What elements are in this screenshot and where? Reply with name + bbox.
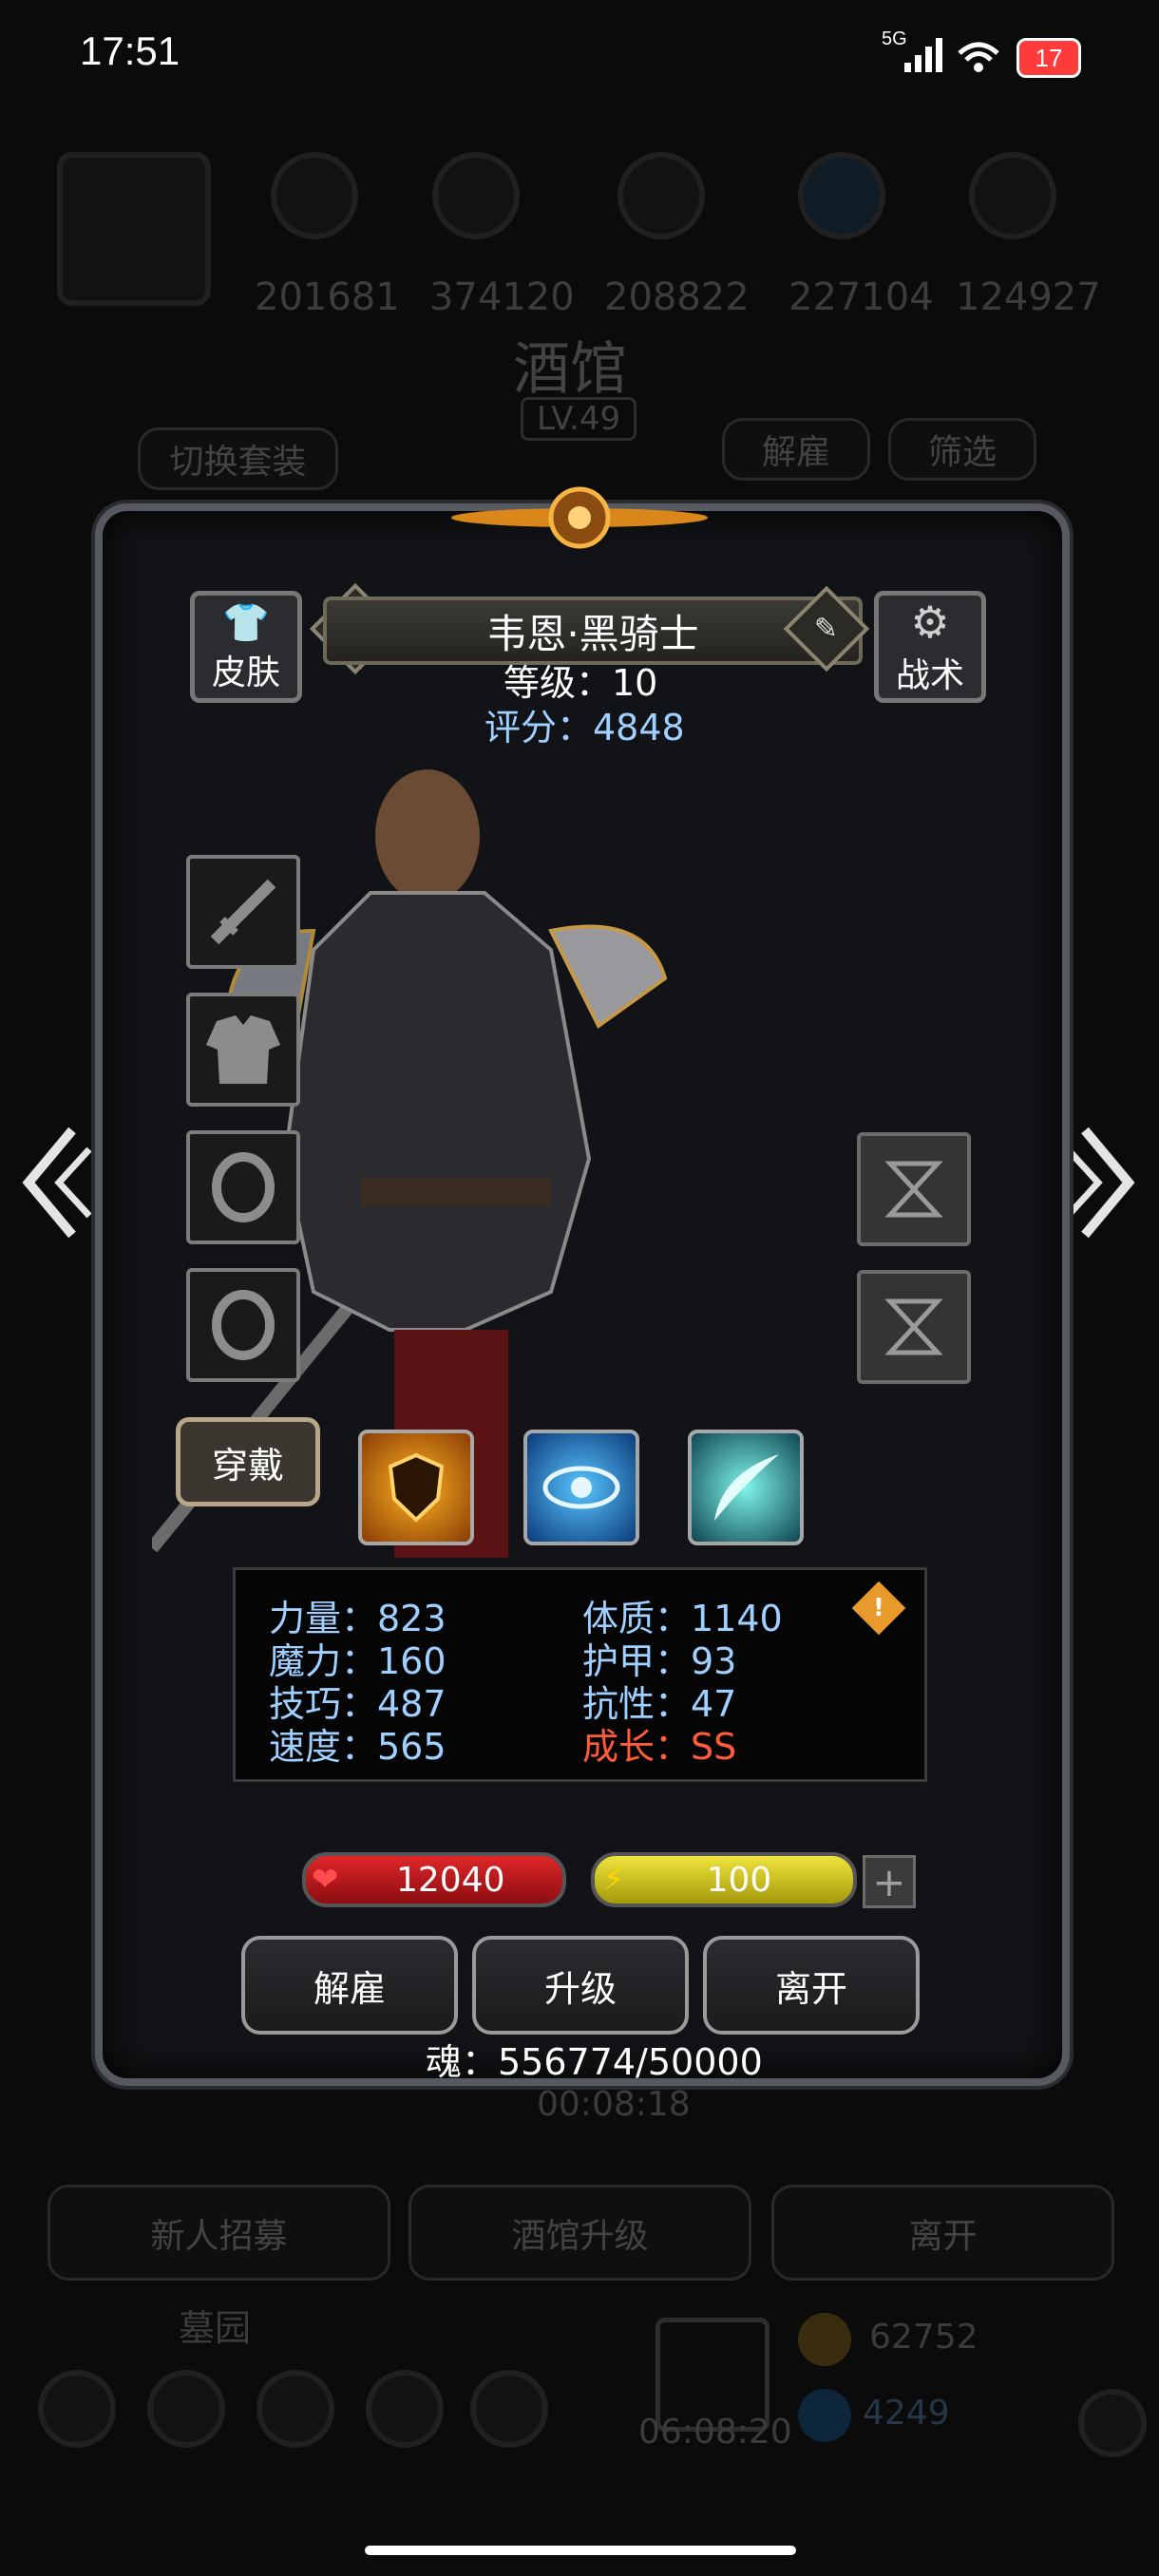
hp-bar: ❤ 12040 (302, 1852, 566, 1907)
bg-menu-icon-5 (470, 2370, 548, 2448)
info-warning-icon[interactable]: ! (851, 1581, 906, 1636)
bg-currency-1: 62752 (869, 2318, 978, 2357)
bg-hero-icon-4 (798, 152, 885, 239)
bg-menu-icon-3 (256, 2370, 334, 2448)
status-time: 17:51 (80, 28, 180, 73)
upgrade-button[interactable]: 升级 (472, 1936, 689, 2035)
rune-slot-1[interactable] (857, 1132, 971, 1246)
bg-hero-icon-5 (969, 152, 1056, 239)
bg-menu-icon-1 (38, 2370, 116, 2448)
skill-slash[interactable] (688, 1430, 804, 1545)
signal-icon (902, 38, 946, 72)
bg-number-4: 227104 (788, 275, 934, 319)
leave-button[interactable]: 离开 (703, 1936, 920, 2035)
hourglass-icon (884, 1161, 943, 1218)
hourglass-icon (884, 1298, 943, 1355)
weapon-slot[interactable] (186, 855, 300, 969)
tactics-button[interactable]: ⚙ 战术 (874, 591, 986, 703)
sword-icon (210, 879, 276, 945)
bg-leave-button: 离开 (771, 2185, 1114, 2281)
dismiss-button[interactable]: 解雇 (241, 1936, 458, 2035)
skill-eye[interactable] (523, 1430, 639, 1545)
energy-value: 100 (706, 1860, 772, 1900)
hero-score: 评分：4848 (484, 707, 685, 748)
bg-switch-outfit-button: 切换套装 (138, 427, 338, 490)
bg-hero-icon-1 (271, 152, 358, 239)
bg-tavern-level: LV.49 (521, 397, 637, 441)
battery-icon: 17 (1016, 38, 1081, 78)
wifi-icon (955, 36, 1002, 74)
bg-menu-icon-2 (147, 2370, 225, 2448)
tactics-label: 战术 (895, 656, 964, 695)
energy-bar: ⚡ 100 (591, 1852, 857, 1907)
stats-panel: 力量：823 魔力：160 技巧：487 速度：565 体质：1140 护甲：9… (233, 1567, 927, 1782)
home-indicator[interactable] (365, 2546, 796, 2555)
bg-number-5: 124927 (956, 275, 1101, 319)
stat-speed: 速度：565 (269, 1726, 446, 1768)
skill-shield[interactable] (358, 1430, 474, 1545)
next-hero-arrow[interactable] (1064, 1121, 1140, 1244)
stat-growth: 成长：SS (582, 1726, 737, 1768)
ring-icon (212, 1152, 275, 1222)
bg-hero-icon-2 (432, 152, 520, 239)
armor-slot[interactable] (186, 993, 300, 1107)
slash-icon (714, 1454, 779, 1521)
ring-slot-2[interactable] (186, 1268, 300, 1382)
heart-icon: ❤ (312, 1861, 339, 1899)
bg-mercenary-label: 墓园 (179, 2307, 252, 2349)
ring-icon (212, 1290, 275, 1360)
shirt-icon: 👕 (222, 600, 270, 645)
hp-value: 12040 (395, 1860, 505, 1900)
skin-label: 皮肤 (211, 653, 280, 692)
lightning-icon: ⚡ (602, 1861, 625, 1899)
eye-icon (542, 1466, 620, 1509)
bg-add-icon (1078, 2389, 1147, 2457)
bg-hero-icon-3 (618, 152, 705, 239)
bg-currency-2: 4249 (863, 2394, 950, 2433)
bg-filter-button: 筛选 (888, 418, 1036, 481)
rune-slot-2[interactable] (857, 1270, 971, 1384)
equip-label: 穿戴 (211, 1444, 284, 1487)
hero-name: 韦恩·黑骑士 (486, 610, 699, 657)
soul-counter: 魂：556774/50000 (426, 2041, 763, 2083)
ring-slot-1[interactable] (186, 1130, 300, 1244)
battery-level: 17 (1035, 43, 1063, 72)
gear-icon: ⚙ (910, 597, 950, 648)
bg-dismiss-button: 解雇 (722, 418, 870, 481)
bg-bottom-timer: 06:08:20 (638, 2413, 792, 2452)
bg-gem-icon (798, 2389, 851, 2442)
equip-button[interactable]: 穿戴 (176, 1417, 320, 1506)
bg-gold-icon (798, 2313, 851, 2366)
bg-number-3: 208822 (604, 275, 750, 319)
previous-hero-arrow[interactable] (17, 1121, 93, 1244)
bg-upgrade-tavern-button: 酒馆升级 (408, 2185, 751, 2281)
shield-icon (388, 1452, 445, 1523)
bg-menu-icon-4 (366, 2370, 444, 2448)
bg-recruit-button: 新人招募 (48, 2185, 390, 2281)
skin-button[interactable]: 👕 皮肤 (190, 591, 302, 703)
armor-icon (206, 1015, 280, 1084)
bg-timer: 00:08:18 (537, 2085, 691, 2124)
add-energy-button[interactable]: + (863, 1855, 916, 1908)
bg-number-2: 374120 (429, 275, 575, 319)
panel-crest-ornament (446, 480, 712, 556)
bg-number-1: 201681 (255, 275, 400, 319)
bg-tavern-title: 酒馆 (513, 336, 627, 403)
bg-hero-avatar (57, 152, 211, 306)
